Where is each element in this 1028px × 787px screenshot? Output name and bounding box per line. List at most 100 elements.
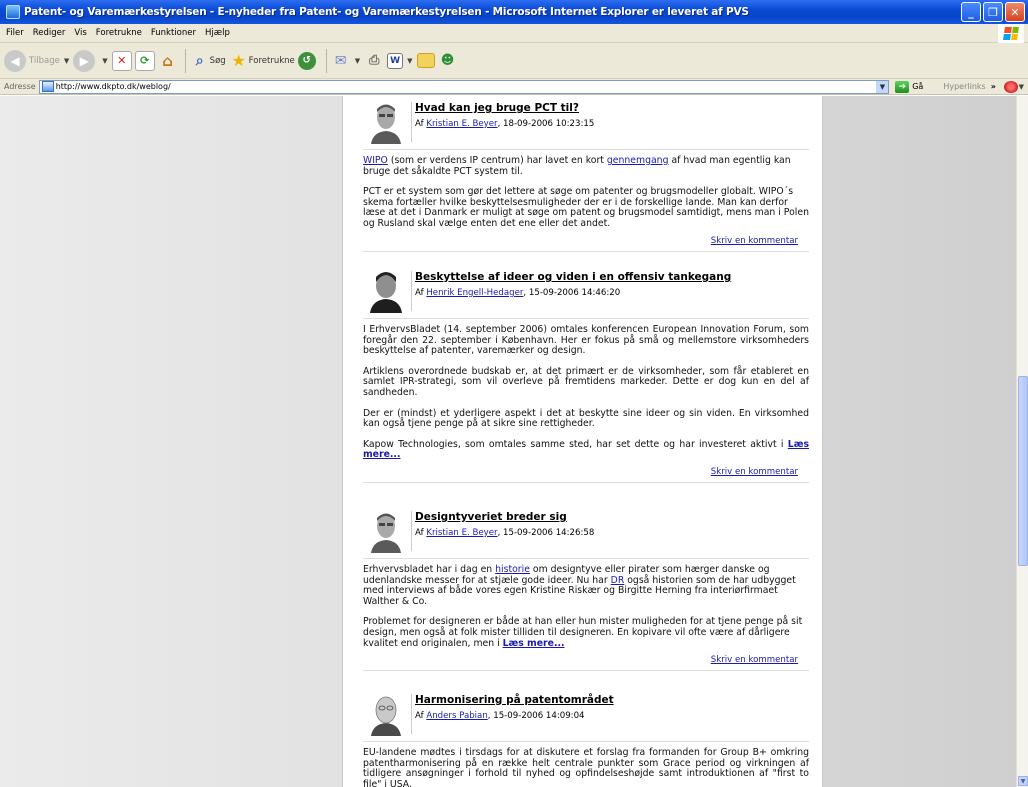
overview-link[interactable]: gennemgang [607,155,669,166]
author-avatar [367,509,405,553]
post-title-link[interactable]: Harmonisering på patentområdet [415,694,614,706]
post-date: , 18-09-2006 10:23:15 [497,119,595,129]
header-divider [411,271,412,311]
address-label: Adresse [4,82,36,91]
mail-dropdown-icon[interactable]: ▼ [355,57,360,65]
print-icon: ⎙ [368,53,380,68]
minimize-button[interactable]: _ [961,2,981,22]
header-divider [411,511,412,551]
links-chevron-icon[interactable]: » [991,82,996,91]
stop-button[interactable]: ✕ [111,47,132,75]
post-body: EU-landene mødtes i tirsdags for at disk… [363,747,809,787]
messenger-button[interactable]: ☻ [438,47,458,75]
forward-arrow-icon: ▶ [73,49,96,72]
post-meta: Af Kristian E. Beyer, 15-09-2006 14:26:5… [415,528,594,538]
mail-icon: ✉ [334,52,347,69]
extension-dropdown-icon[interactable]: ▼ [1019,83,1024,91]
messenger-icon: ☻ [440,53,455,68]
go-arrow-icon[interactable]: ➔ [895,80,910,93]
write-comment-link[interactable]: Skriv en kommentar [711,467,798,477]
write-comment-link[interactable]: Skriv en kommentar [711,655,798,665]
address-url: http://www.dkpto.dk/weblog/ [55,82,171,91]
comment-row: Skriv en kommentar [363,653,809,672]
search-button[interactable]: ⌕ Søg [190,47,226,75]
menu-tools[interactable]: Funktioner [151,28,196,38]
post-paragraph: Erhvervsbladet har i dag en historie om … [363,564,809,607]
header-divider [411,694,412,734]
edit-dropdown-icon[interactable]: ▼ [407,57,412,65]
mail-button[interactable]: ✉ [331,47,351,75]
header-divider [411,102,412,142]
word-icon: W [387,52,404,69]
menu-edit[interactable]: Rediger [33,28,66,38]
vertical-scrollbar[interactable]: ▼ [1016,96,1028,787]
address-dropdown-icon[interactable]: ▼ [876,80,889,93]
post-paragraph: PCT er et system som gør det lettere at … [363,186,809,229]
back-button[interactable]: ◀ Tilbage [4,47,60,75]
author-link[interactable]: Kristian E. Beyer [426,119,497,129]
toolbar-extension-icon[interactable] [1003,80,1018,93]
favorites-button[interactable]: ★ Foretrukne [229,47,295,75]
back-dropdown-icon[interactable]: ▼ [64,57,69,65]
favorites-label: Foretrukne [248,55,295,66]
post-paragraph: I ErhvervsBladet (14. september 2006) om… [363,324,809,357]
text-span: Erhvervsbladet har i dag en [363,564,496,575]
post-date: , 15-09-2006 14:46:20 [523,288,621,298]
author-link[interactable]: Henrik Engell-Hedager [426,288,523,298]
author-avatar [367,692,405,736]
author-link[interactable]: Kristian E. Beyer [426,528,497,538]
comment-row: Skriv en kommentar [363,234,809,252]
folder-button[interactable] [416,47,435,75]
author-avatar [367,100,405,144]
blog-post: Harmonisering på patentområdet Af Anders… [363,692,809,787]
post-paragraph: WIPO (som er verdens IP centrum) har lav… [363,155,809,177]
back-label: Tilbage [29,55,60,66]
home-button[interactable]: ⌂ [158,47,178,75]
search-icon: ⌕ [195,52,204,69]
address-bar: Adresse http://www.dkpto.dk/weblog/ ▼ ➔ … [0,79,1028,95]
page-icon [41,81,54,92]
text-span: (som er verdens IP centrum) har lavet en… [387,155,607,166]
author-link[interactable]: Anders Pabian [426,711,487,721]
star-icon: ★ [231,51,246,70]
post-title-link[interactable]: Beskyttelse af ideer og viden i en offen… [415,271,731,283]
home-icon: ⌂ [162,51,174,70]
post-title-link[interactable]: Designtyveriet breder sig [415,511,567,523]
menu-favorites[interactable]: Foretrukne [96,28,142,38]
menu-view[interactable]: Vis [74,28,86,38]
comment-row: Skriv en kommentar [363,465,809,483]
post-paragraph: Problemet for designeren er både at han … [363,617,809,649]
edit-word-button[interactable]: W [387,47,404,75]
post-paragraph: EU-landene mødtes i tirsdags for at disk… [363,747,809,787]
scroll-down-arrow-icon[interactable]: ▼ [1018,776,1028,786]
scrollbar-thumb[interactable] [1018,376,1028,566]
write-comment-link[interactable]: Skriv en kommentar [711,236,798,246]
address-input[interactable]: http://www.dkpto.dk/weblog/ ▼ [38,79,890,94]
menu-help[interactable]: Hjælp [205,28,230,38]
post-date: , 15-09-2006 14:26:58 [497,528,595,538]
post-title-link[interactable]: Hvad kan jeg bruge PCT til? [415,102,579,114]
byline-prefix: Af [415,711,424,721]
dr-link[interactable]: DR [611,575,625,586]
links-label[interactable]: Hyperlinks [943,82,985,91]
close-button[interactable]: ✕ [1005,2,1025,22]
read-more-link[interactable]: Læs mere... [503,638,565,649]
wipo-link[interactable]: WIPO [363,155,388,166]
go-button[interactable]: Gå [912,82,923,91]
byline-prefix: Af [415,528,424,538]
post-body: I ErhvervsBladet (14. september 2006) om… [363,324,809,461]
back-arrow-icon: ◀ [4,49,26,72]
toolbar-separator [325,48,327,73]
window-title-bar[interactable]: Patent- og Varemærkestyrelsen - E-nyhede… [0,0,1028,24]
story-link[interactable]: historie [495,564,530,575]
print-button[interactable]: ⎙ [364,47,384,75]
maximize-button[interactable]: ❐ [983,2,1003,22]
refresh-button[interactable]: ⟳ [134,47,155,75]
byline-prefix: Af [415,119,424,129]
history-button[interactable]: ↺ [297,47,319,75]
post-header: Designtyveriet breder sig Af Kristian E.… [363,509,809,559]
post-body: Erhvervsbladet har i dag en historie om … [363,564,809,649]
forward-button[interactable]: ▶ [73,47,98,75]
menu-file[interactable]: Filer [6,28,24,38]
forward-dropdown-icon[interactable]: ▼ [102,57,107,65]
